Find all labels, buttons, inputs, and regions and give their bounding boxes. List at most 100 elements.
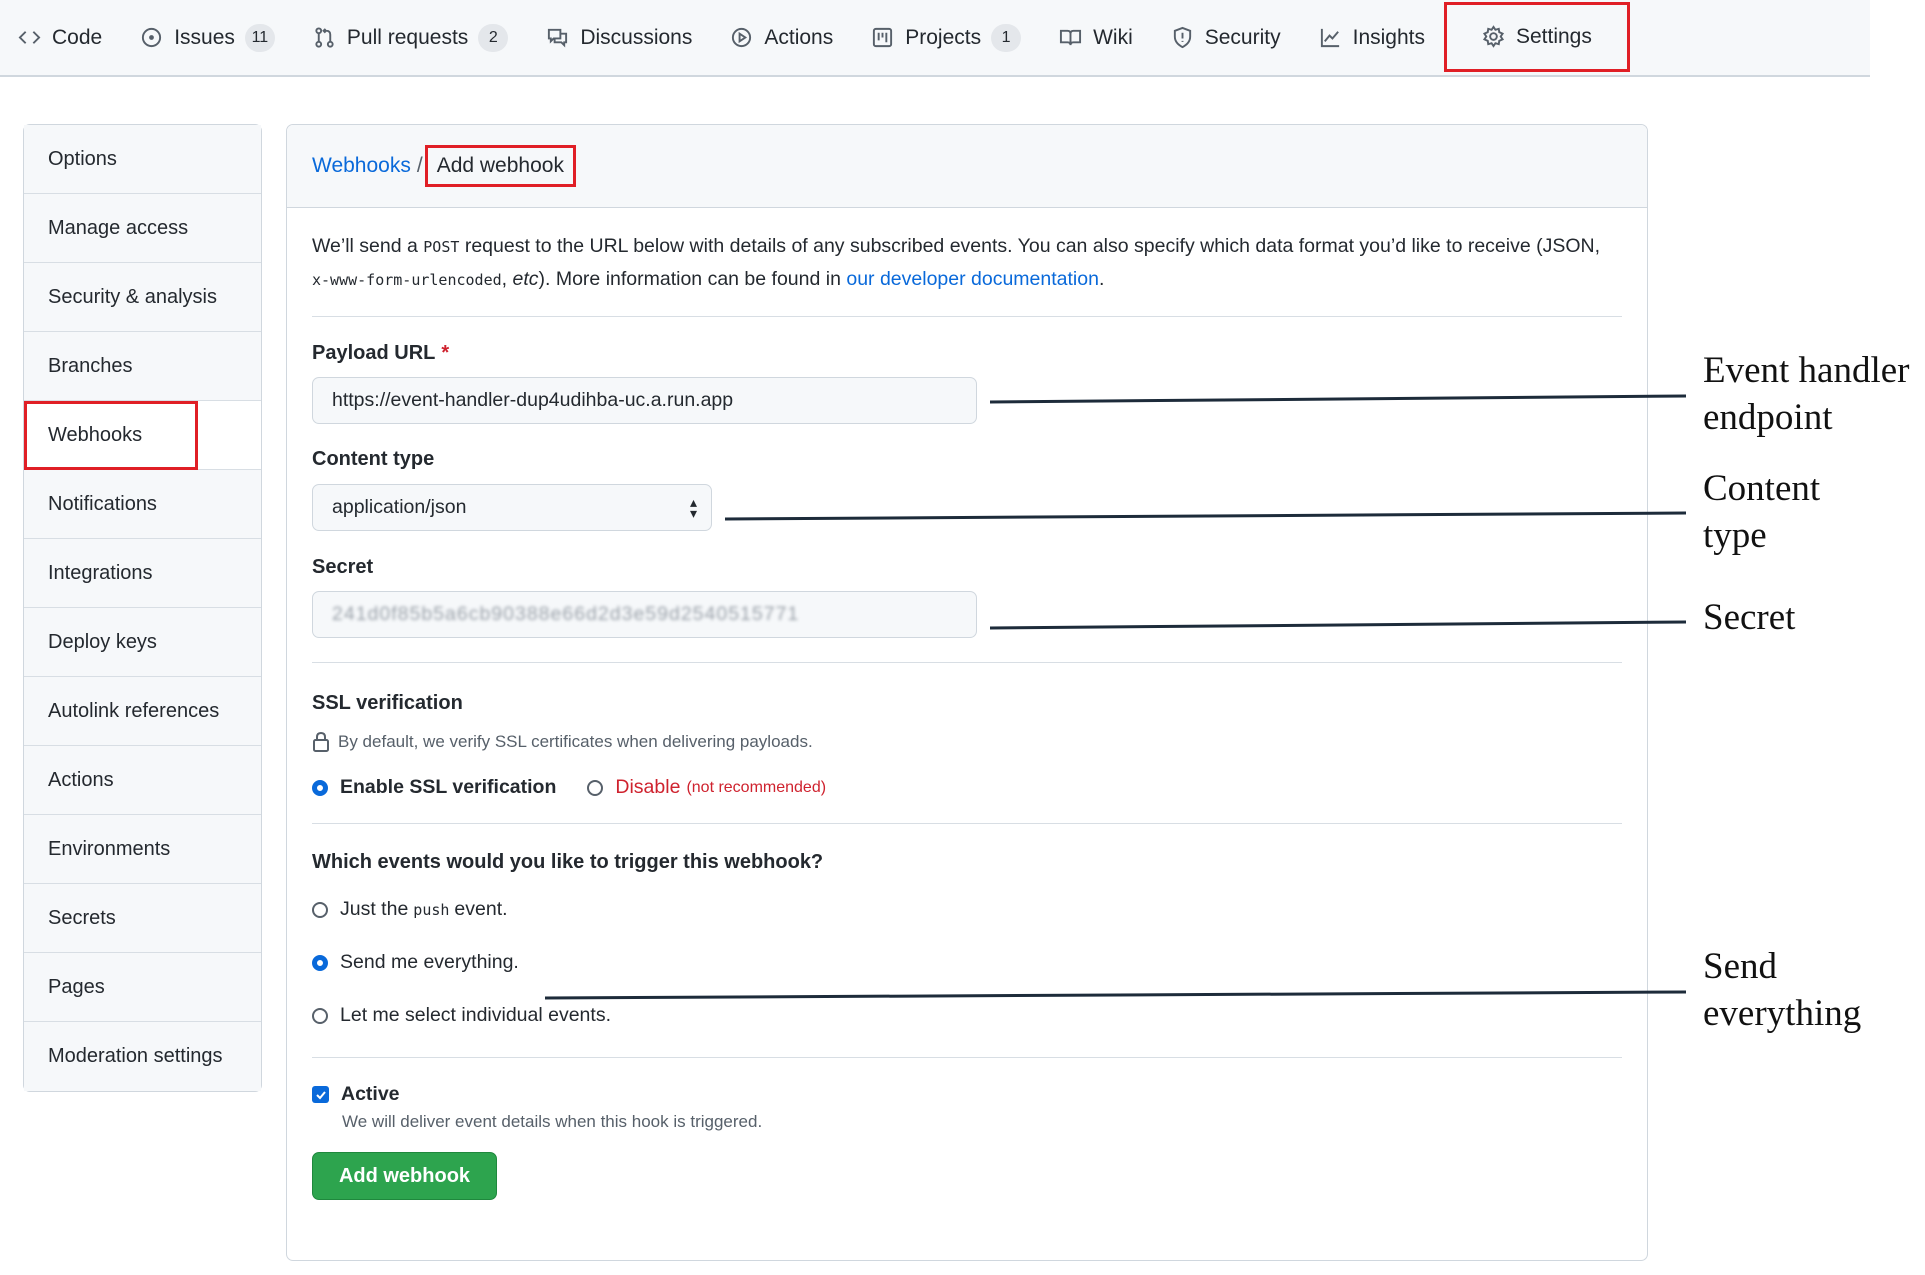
tab-actions[interactable]: Actions: [711, 0, 852, 76]
sidebar-item-label: Options: [48, 147, 117, 170]
active-checkbox[interactable]: [312, 1086, 329, 1103]
ssl-disable-note: (not recommended): [686, 778, 827, 796]
tab-security[interactable]: Security: [1152, 0, 1300, 76]
intro-part: ). More information can be found in: [538, 268, 847, 290]
intro-post-code: POST: [423, 238, 460, 256]
tab-insights[interactable]: Insights: [1300, 0, 1444, 76]
ssl-enable-label: Enable SSL verification: [340, 776, 557, 798]
event-option-push[interactable]: Just the push event.: [312, 898, 1622, 921]
sidebar-item-label: Secrets: [48, 906, 116, 929]
sidebar-item-environments[interactable]: Environments: [24, 815, 261, 884]
sidebar-item-manage-access[interactable]: Manage access: [24, 194, 261, 263]
sidebar-item-label: Integrations: [48, 561, 153, 584]
annotation-line-text: everything: [1703, 993, 1862, 1034]
tab-code[interactable]: Code: [0, 0, 121, 76]
form-content: We’ll send a POST request to the URL bel…: [312, 208, 1622, 1200]
annotation-content-type: Content type: [1703, 465, 1820, 559]
events-group: Which events would you like to trigger t…: [312, 851, 1622, 1027]
sidebar-item-options[interactable]: Options: [24, 125, 261, 194]
webhook-form-panel: Webhooks / Add webhook We’ll send a POST…: [286, 124, 1648, 1261]
projects-count: 1: [991, 23, 1022, 52]
divider: [312, 823, 1622, 824]
annotation-line-text: Send: [1703, 946, 1777, 987]
annotation-line-text: Secret: [1703, 597, 1796, 638]
event-option-individual[interactable]: Let me select individual events.: [312, 1004, 1622, 1027]
sidebar-item-secrets[interactable]: Secrets: [24, 884, 261, 953]
shield-icon: [1173, 26, 1191, 49]
content-type-select[interactable]: application/json ▴ ▾: [312, 484, 712, 531]
tab-label: Wiki: [1093, 25, 1133, 49]
sidebar-item-pages[interactable]: Pages: [24, 953, 261, 1022]
event-option-everything[interactable]: Send me everything.: [312, 951, 1622, 974]
sidebar-item-security-analysis[interactable]: Security & analysis: [24, 263, 261, 332]
tab-pull-requests[interactable]: Pull requests 2: [294, 0, 527, 76]
pull-requests-count: 2: [478, 23, 509, 52]
code-icon: [18, 31, 41, 44]
tab-label: Discussions: [580, 25, 693, 49]
tab-label: Code: [52, 25, 103, 49]
settings-sidebar: Options Manage access Security & analysi…: [23, 124, 262, 1092]
annotation-line-text: endpoint: [1703, 397, 1833, 438]
secret-label: Secret: [312, 556, 374, 578]
annotation-everything: Send everything: [1703, 943, 1861, 1037]
annotation-secret: Secret: [1703, 594, 1795, 641]
sidebar-item-label: Deploy keys: [48, 630, 157, 653]
divider: [312, 316, 1622, 317]
sidebar-item-deploy-keys[interactable]: Deploy keys: [24, 608, 261, 677]
developer-docs-link[interactable]: our developer documentation: [846, 268, 1099, 290]
select-arrows-icon: ▴ ▾: [689, 493, 697, 521]
add-webhook-button-label: Add webhook: [338, 1164, 471, 1187]
secret-value: 241d0f85b5a6cb90388e66d2d3e59d2540515771: [332, 603, 800, 625]
events-question: Which events would you like to trigger t…: [312, 851, 824, 873]
payload-url-input[interactable]: https://event-handler-dup4udihba-uc.a.ru…: [312, 377, 977, 424]
active-label: Active: [341, 1083, 400, 1105]
sidebar-item-branches[interactable]: Branches: [24, 332, 261, 401]
ssl-enable-radio[interactable]: [312, 779, 328, 796]
sidebar-item-label: Environments: [48, 837, 171, 860]
content-type-value: application/json: [332, 496, 467, 518]
sidebar-item-actions[interactable]: Actions: [24, 746, 261, 815]
breadcrumb-webhooks-link[interactable]: Webhooks: [312, 154, 411, 178]
sidebar-item-webhooks[interactable]: Webhooks: [24, 401, 261, 470]
tab-projects[interactable]: Projects 1: [852, 0, 1040, 76]
add-webhook-button[interactable]: Add webhook: [312, 1152, 497, 1200]
ssl-disable-radio[interactable]: [587, 779, 604, 796]
sidebar-item-integrations[interactable]: Integrations: [24, 539, 261, 608]
repo-nav: Code Issues 11 Pull requests 2 Discussio…: [0, 0, 1870, 77]
breadcrumb-current: Add webhook: [424, 145, 576, 187]
ssl-options: Enable SSL verification Disable (not rec…: [312, 776, 1622, 799]
ssl-note: By default, we verify SSL certificates w…: [338, 732, 813, 751]
payload-url-group: Payload URL * https://event-handler-dup4u…: [312, 342, 1622, 424]
tab-discussions[interactable]: Discussions: [527, 0, 711, 76]
tab-wiki[interactable]: Wiki: [1040, 0, 1152, 76]
divider: [312, 662, 1622, 663]
tab-label: Actions: [764, 25, 834, 49]
breadcrumb: Webhooks / Add webhook: [287, 125, 1647, 208]
sidebar-item-moderation-settings[interactable]: Moderation settings: [24, 1022, 261, 1091]
sidebar-item-autolink-references[interactable]: Autolink references: [24, 677, 261, 746]
highlight-box: [24, 401, 198, 470]
sidebar-item-label: Pages: [48, 975, 105, 998]
sidebar-item-label: Security & analysis: [48, 285, 217, 308]
required-marker: *: [441, 342, 450, 364]
ssl-disable-label: Disable: [615, 776, 681, 798]
annotation-endpoint: Event handler endpoint: [1703, 347, 1910, 441]
payload-url-label-text: Payload URL: [312, 342, 436, 364]
event-push-radio[interactable]: [312, 901, 328, 918]
secret-input[interactable]: 241d0f85b5a6cb90388e66d2d3e59d2540515771: [312, 591, 977, 638]
tab-settings[interactable]: Settings: [1443, 1, 1630, 72]
event-everything-radio[interactable]: [312, 954, 328, 971]
tab-issues[interactable]: Issues 11: [121, 0, 294, 76]
secret-group: Secret 241d0f85b5a6cb90388e66d2d3e59d254…: [312, 556, 1622, 638]
tab-label: Issues: [174, 25, 235, 49]
active-note: We will deliver event details when this …: [342, 1112, 763, 1131]
payload-url-label: Payload URL *: [312, 342, 1622, 365]
intro-part: .: [1098, 268, 1105, 290]
sidebar-item-notifications[interactable]: Notifications: [24, 470, 261, 539]
discussion-icon: [548, 28, 568, 48]
gear-icon: [1482, 25, 1505, 48]
intro-part: ,: [501, 268, 513, 290]
pull-request-icon: [315, 27, 334, 48]
event-push-pre: Just the: [340, 898, 409, 920]
event-individual-radio[interactable]: [312, 1007, 328, 1024]
